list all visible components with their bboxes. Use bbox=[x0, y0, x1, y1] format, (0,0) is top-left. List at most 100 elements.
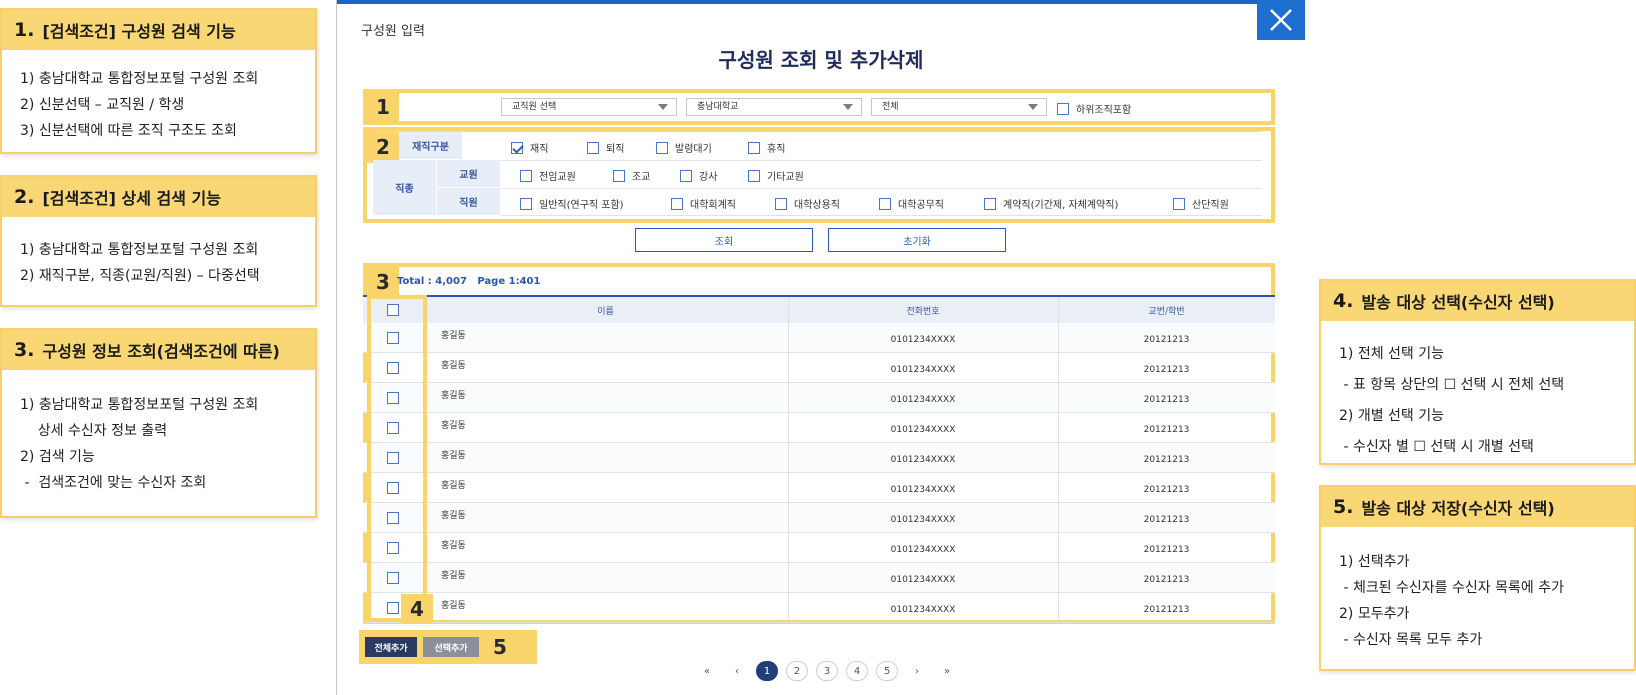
status-select[interactable]: 교직원 선택 bbox=[501, 98, 677, 116]
detail-filter-table: 재직구분 직종 교원 직원 재직 퇴직 발령대기 휴직 전임교원 조교 강사 기… bbox=[373, 131, 1262, 216]
checkbox-icon bbox=[1057, 102, 1069, 115]
checkbox-icon bbox=[656, 141, 668, 154]
last-page-button[interactable]: » bbox=[932, 660, 962, 682]
status-select-value: 교직원 선택 bbox=[512, 102, 557, 112]
sub-org-select[interactable]: 전체 bbox=[871, 98, 1047, 116]
card-title: 2. [검색조건] 상세 검색 기능 bbox=[2, 177, 315, 217]
member-name: 홍길동 bbox=[441, 330, 466, 341]
prev-page-button[interactable]: ‹ bbox=[722, 660, 752, 682]
card-line: 1) 충남대학교 통합정보포털 구성원 조회 bbox=[20, 71, 259, 87]
card-line: 3) 신분선택에 따른 조직 구조도 조회 bbox=[20, 123, 237, 139]
card-line: 1) 선택추가 bbox=[1339, 554, 1410, 570]
org-select[interactable]: 충남대학교 bbox=[686, 98, 862, 116]
page-title: 구성원 조회 및 추가삭제 bbox=[718, 48, 924, 72]
page-number: 5 bbox=[876, 661, 898, 681]
option-label: 발령대기 bbox=[675, 144, 712, 155]
column-header-id: 교번/학번 bbox=[1148, 306, 1185, 317]
member-phone: 0101234XXXX bbox=[890, 335, 956, 345]
add-selected-button[interactable]: 선택추가 bbox=[423, 637, 479, 657]
member-name: 홍길동 bbox=[441, 450, 466, 461]
badge-4: 4 bbox=[401, 594, 433, 624]
next-page-button[interactable]: › bbox=[902, 660, 932, 682]
card-line: 1) 충남대학교 통합정보포털 구성원 조회 bbox=[20, 397, 259, 413]
page-button-5[interactable]: 5 bbox=[872, 660, 902, 682]
member-name: 홍길동 bbox=[441, 510, 466, 521]
member-phone: 0101234XXXX bbox=[890, 395, 956, 405]
employment-option-leave[interactable]: 휴직 bbox=[748, 140, 785, 155]
include-sub-org-label: 하위조직포함 bbox=[1076, 105, 1132, 116]
staff-option-public[interactable]: 대학공무직 bbox=[879, 196, 944, 211]
staff-option-regular[interactable]: 대학상용직 bbox=[775, 196, 840, 211]
employment-option-pending[interactable]: 발령대기 bbox=[656, 140, 712, 155]
annotation-card-5: 5. 발송 대상 저장(수신자 선택) 1) 선택추가 - 체크된 수신자를 수신… bbox=[1319, 485, 1636, 671]
chevron-down-icon bbox=[1028, 104, 1038, 110]
checkbox-icon bbox=[613, 169, 625, 182]
member-name: 홍길동 bbox=[441, 600, 466, 611]
divider bbox=[501, 188, 1262, 189]
employment-option-employed[interactable]: 재직 bbox=[511, 140, 548, 155]
faculty-option-fulltime[interactable]: 전임교원 bbox=[520, 168, 576, 183]
member-name: 홍길동 bbox=[441, 360, 466, 371]
faculty-option-other[interactable]: 기타교원 bbox=[748, 168, 804, 183]
member-id: 20121213 bbox=[1143, 425, 1190, 435]
option-label: 산단직원 bbox=[1192, 200, 1229, 211]
staff-option-accounting[interactable]: 대학회계직 bbox=[671, 196, 736, 211]
faculty-option-lecturer[interactable]: 강사 bbox=[680, 168, 717, 183]
page-button-3[interactable]: 3 bbox=[812, 660, 842, 682]
checkbox-icon bbox=[879, 197, 891, 210]
card-line: - 체크된 수신자를 수신자 목록에 추가 bbox=[1339, 580, 1564, 596]
annotation-card-1: 1. [검색조건] 구성원 검색 기능 1) 충남대학교 통합정보포털 구성원 조… bbox=[0, 8, 317, 154]
page-number: 1 bbox=[756, 661, 778, 681]
faculty-option-assistant[interactable]: 조교 bbox=[613, 168, 650, 183]
divider bbox=[501, 160, 1262, 161]
org-select-value: 충남대학교 bbox=[697, 102, 739, 112]
member-id: 20121213 bbox=[1143, 605, 1190, 615]
reset-button[interactable]: 초기화 bbox=[828, 228, 1006, 252]
total-count: 4,007 bbox=[435, 276, 467, 287]
popup-accent-bar bbox=[337, 0, 1305, 4]
close-icon bbox=[1270, 9, 1292, 31]
badge-5: 5 bbox=[493, 635, 507, 659]
staff-option-contract[interactable]: 계약직(기간제, 자체계약직) bbox=[984, 196, 1118, 211]
annotation-card-3: 3. 구성원 정보 조회(검색조건에 따른) 1) 충남대학교 통합정보포털 구성… bbox=[0, 328, 317, 518]
first-page-button[interactable]: « bbox=[692, 660, 722, 682]
badge-3: 3 bbox=[367, 267, 399, 297]
page-button-1[interactable]: 1 bbox=[752, 660, 782, 682]
member-phone: 0101234XXXX bbox=[890, 515, 956, 525]
staff-option-general[interactable]: 일반직(연구직 포함) bbox=[520, 196, 624, 211]
job-header: 직종 bbox=[373, 160, 437, 216]
staff-option-industry[interactable]: 산단직원 bbox=[1173, 196, 1229, 211]
page-button-4[interactable]: 4 bbox=[842, 660, 872, 682]
option-label: 강사 bbox=[699, 172, 718, 183]
member-id: 20121213 bbox=[1143, 365, 1190, 375]
member-id: 20121213 bbox=[1143, 485, 1190, 495]
card-line: 2) 재직구분, 직종(교원/직원) – 다중선택 bbox=[20, 268, 260, 284]
option-label: 대학상용직 bbox=[794, 200, 840, 211]
close-button[interactable] bbox=[1257, 0, 1305, 40]
checkbox-icon bbox=[748, 169, 760, 182]
card-line: - 표 항목 상단의 ☐ 선택 시 전체 선택 bbox=[1339, 377, 1565, 393]
member-phone: 0101234XXXX bbox=[890, 485, 956, 495]
add-all-button[interactable]: 전체추가 bbox=[365, 637, 417, 657]
page-button-2[interactable]: 2 bbox=[782, 660, 812, 682]
option-label: 퇴직 bbox=[606, 144, 625, 155]
card-line: - 수신자 목록 모두 추가 bbox=[1339, 632, 1483, 648]
member-name: 홍길동 bbox=[441, 390, 466, 401]
staff-header: 직원 bbox=[437, 188, 501, 216]
popup-label: 구성원 입력 bbox=[361, 24, 425, 39]
employment-option-retired[interactable]: 퇴직 bbox=[587, 140, 624, 155]
table-row[interactable]: 홍길동 0101234XXXX 20121213 bbox=[363, 593, 1275, 623]
card-line: 2) 검색 기능 bbox=[20, 449, 95, 465]
option-label: 대학공무직 bbox=[898, 200, 944, 211]
divider bbox=[501, 215, 1262, 216]
member-id: 20121213 bbox=[1143, 455, 1190, 465]
option-label: 일반직(연구직 포함) bbox=[539, 200, 624, 211]
checkbox-icon bbox=[748, 141, 760, 154]
option-label: 조교 bbox=[632, 172, 651, 183]
include-sub-org-checkbox[interactable]: 하위조직포함 bbox=[1057, 101, 1131, 116]
checkbox-icon bbox=[680, 169, 692, 182]
page-indicator: Page 1:401 bbox=[477, 276, 541, 287]
faculty-header: 교원 bbox=[437, 160, 501, 188]
search-button[interactable]: 조회 bbox=[635, 228, 813, 252]
option-label: 재직 bbox=[530, 144, 549, 155]
